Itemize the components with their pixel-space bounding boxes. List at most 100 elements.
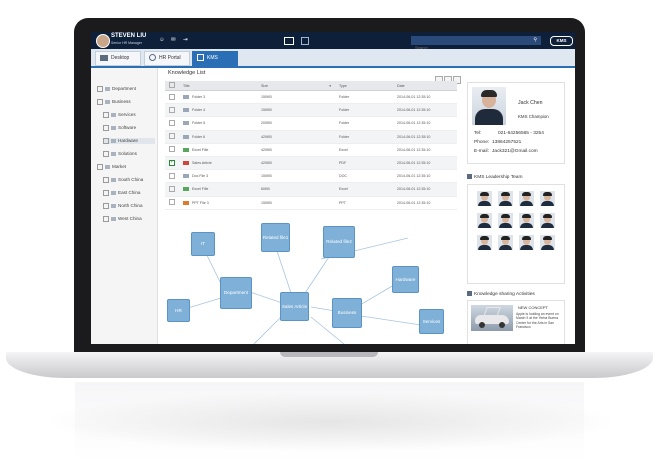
row-select-cell[interactable] xyxy=(165,116,179,131)
expand-toggle[interactable] xyxy=(103,177,109,183)
table-row[interactable]: Doc File 3 150KB DOC 2014-06-01 12:35:10 xyxy=(165,169,457,184)
avatar[interactable] xyxy=(96,34,110,48)
column-type[interactable]: Type xyxy=(335,81,393,91)
folder-icon xyxy=(183,121,189,126)
row-checkbox[interactable] xyxy=(169,119,175,126)
node-related-file2[interactable]: Related file2 xyxy=(323,226,355,258)
node-it[interactable]: IT xyxy=(191,232,215,256)
sharing-card[interactable]: NEW CONCEPT Apple is holding an event on… xyxy=(467,300,565,344)
sort-icon[interactable]: ▾ xyxy=(329,84,331,88)
table-row[interactable]: Folder 4 150KB Folder 2014-06-01 12:35:10 xyxy=(165,103,457,118)
sidebar-item-software[interactable]: Software xyxy=(103,125,136,131)
team-member-photo[interactable] xyxy=(498,191,513,206)
node-services[interactable]: Services xyxy=(419,309,444,334)
tab-hr-portal[interactable]: HR Portal xyxy=(144,51,190,66)
node-related-file1[interactable]: Related file1 xyxy=(261,223,290,252)
expand-toggle[interactable] xyxy=(103,216,109,222)
sidebar-item-hardware[interactable]: Hardware xyxy=(103,138,155,144)
team-member-photo[interactable] xyxy=(540,213,555,228)
row-select-cell[interactable] xyxy=(165,156,179,171)
team-member-photo[interactable] xyxy=(498,213,513,228)
expand-toggle[interactable] xyxy=(103,138,109,144)
team-member-photo[interactable] xyxy=(498,235,513,250)
sidebar-item-north-china[interactable]: North China xyxy=(103,203,143,209)
row-select-cell[interactable] xyxy=(165,103,179,118)
table-row[interactable]: Sales Article 420KBPDF2014-06-01 12:35:10 xyxy=(165,156,457,171)
sidebar-item-south-china[interactable]: South China xyxy=(103,177,143,183)
row-checkbox[interactable] xyxy=(169,93,175,100)
table-row[interactable]: Excel Fille 60KB Excel 2014-06-01 12:35:10 xyxy=(165,182,457,197)
tab-desktop[interactable]: Desktop xyxy=(95,51,141,66)
tab-kms[interactable]: KMS xyxy=(192,51,238,66)
row-checkbox[interactable] xyxy=(169,185,175,192)
cell-title[interactable]: Folder 6 xyxy=(179,130,257,144)
cell-title[interactable]: Folder 5 xyxy=(179,116,257,131)
node-hr[interactable]: HR xyxy=(167,299,190,322)
expand-toggle[interactable] xyxy=(103,151,109,157)
expand-toggle[interactable] xyxy=(103,203,109,209)
cell-title[interactable]: Doc File 3 xyxy=(179,169,257,184)
row-checkbox[interactable] xyxy=(169,146,175,153)
row-checkbox[interactable] xyxy=(169,159,175,166)
sidebar-item-market[interactable]: Market xyxy=(97,164,126,170)
sidebar-item-solutions[interactable]: Solutions xyxy=(103,151,137,157)
expand-toggle[interactable] xyxy=(103,125,109,131)
expand-toggle[interactable] xyxy=(97,86,103,92)
photo-hair xyxy=(543,214,552,218)
column-size[interactable]: Size ▾ xyxy=(257,81,335,91)
table-row[interactable]: Excel Fille 420KB Excel 2014-06-01 12:35:10 xyxy=(165,143,457,157)
select-all-checkbox[interactable] xyxy=(169,82,175,88)
expand-toggle[interactable] xyxy=(97,99,103,105)
expand-toggle[interactable] xyxy=(103,112,109,118)
team-member-photo[interactable] xyxy=(477,235,492,250)
row-select-cell[interactable] xyxy=(165,90,179,105)
table-row[interactable]: Folder 3 150KB Folder 2014-06-01 12:35:10 xyxy=(165,90,457,105)
table-row[interactable]: Folder 5 200KB Folder 2014-06-01 12:35:10 xyxy=(165,116,457,131)
row-select-cell[interactable] xyxy=(165,196,179,210)
node-business[interactable]: Business xyxy=(332,298,362,328)
team-member-photo[interactable] xyxy=(519,191,534,206)
user-icon[interactable]: ☺ xyxy=(159,37,165,43)
row-select-cell[interactable] xyxy=(165,182,179,197)
select-all-header[interactable] xyxy=(165,81,179,91)
exit-icon[interactable]: ⇥ xyxy=(183,37,188,43)
team-member-photo[interactable] xyxy=(519,235,534,250)
mail-icon[interactable]: ✉ xyxy=(171,37,176,43)
cell-title[interactable]: PPT File 3 xyxy=(179,196,257,210)
monitor-icon[interactable] xyxy=(284,37,294,45)
node-sales-article[interactable]: Sales Article xyxy=(280,292,309,321)
table-row[interactable]: PPT File 3 150KB PPT 2014-06-01 12:35:10 xyxy=(165,196,457,210)
cell-title[interactable]: Sales Article xyxy=(179,156,257,171)
cell-title[interactable]: Excel Fille xyxy=(179,143,257,157)
row-checkbox[interactable] xyxy=(169,133,175,140)
sidebar-item-east-china[interactable]: East China xyxy=(103,190,140,196)
window-icon[interactable] xyxy=(301,37,309,45)
sidebar-item-services[interactable]: Services xyxy=(103,112,136,118)
row-select-cell[interactable] xyxy=(165,130,179,144)
cell-title[interactable]: Folder 3 xyxy=(179,90,257,105)
team-member-photo[interactable] xyxy=(477,191,492,206)
row-checkbox[interactable] xyxy=(169,172,175,179)
expand-toggle[interactable] xyxy=(103,190,109,196)
search-icon[interactable]: ⚲ xyxy=(533,37,537,43)
row-select-cell[interactable] xyxy=(165,169,179,184)
email-link[interactable]: Jack321@Gmail.com xyxy=(492,149,538,154)
row-checkbox[interactable] xyxy=(169,199,175,206)
column-date[interactable]: Date xyxy=(393,81,457,91)
team-member-photo[interactable] xyxy=(540,191,555,206)
sidebar-item-department[interactable]: Department xyxy=(97,86,136,92)
team-member-photo[interactable] xyxy=(540,235,555,250)
sidebar-item-west-china[interactable]: West China xyxy=(103,216,142,222)
row-checkbox[interactable] xyxy=(169,106,175,113)
table-row[interactable]: Folder 6 420KB Folder 2014-06-01 12:35:10 xyxy=(165,130,457,144)
team-member-photo[interactable] xyxy=(477,213,492,228)
cell-title[interactable]: Folder 4 xyxy=(179,103,257,118)
node-hardware[interactable]: Hardware xyxy=(392,266,419,293)
row-select-cell[interactable] xyxy=(165,143,179,157)
node-department[interactable]: Department xyxy=(220,277,252,309)
cell-title[interactable]: Excel Fille xyxy=(179,182,257,197)
team-member-photo[interactable] xyxy=(519,213,534,228)
sidebar-item-business[interactable]: Business xyxy=(97,99,131,105)
column-title[interactable]: Title xyxy=(179,81,257,91)
expand-toggle[interactable] xyxy=(97,164,103,170)
